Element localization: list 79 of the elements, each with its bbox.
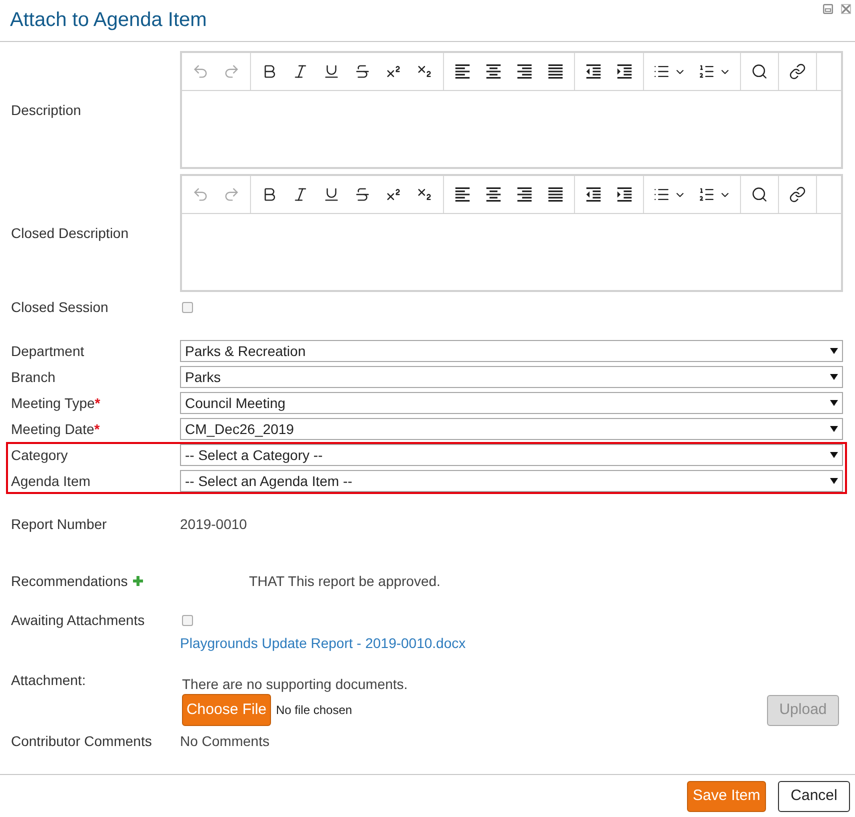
bulleted-list-icon <box>653 186 670 203</box>
select-field[interactable]: -- Select a Category -- <box>180 444 843 466</box>
select-field[interactable]: -- Select an Agenda Item -- <box>180 470 843 492</box>
field-label: Meeting Type* <box>11 394 102 413</box>
underline-icon <box>323 186 340 203</box>
align-center-icon <box>484 62 503 81</box>
field-label: Branch <box>11 368 56 387</box>
select-field[interactable]: Parks <box>180 366 843 388</box>
field-label: Contributor Comments <box>11 732 153 751</box>
align-left-icon <box>453 62 472 81</box>
restore-window-icon[interactable] <box>823 4 833 14</box>
superscript-icon <box>385 186 402 203</box>
select-value: CM_Dec26_2019 <box>185 420 294 438</box>
report-number-value: 2019-0010 <box>180 515 247 534</box>
align-center-icon <box>484 185 503 204</box>
field-label: Meeting Date* <box>11 420 101 439</box>
field-label: Awaiting Attachments <box>11 611 146 630</box>
search-icon <box>751 186 768 203</box>
field-label: Report Number <box>11 515 108 534</box>
dropdown-arrow-icon <box>830 426 838 432</box>
dropdown-arrow-icon <box>830 374 838 380</box>
dropdown-arrow-icon <box>830 452 838 458</box>
field-label: Attachment: <box>11 671 87 690</box>
align-right-icon <box>515 185 534 204</box>
select-value: Parks & Recreation <box>185 342 306 360</box>
indent-icon <box>615 62 634 81</box>
outdent-icon <box>584 62 603 81</box>
align-justify-icon <box>546 185 565 204</box>
dropdown-arrow-icon <box>830 478 838 484</box>
field-label: Closed Description <box>11 224 130 243</box>
superscript-icon <box>385 63 402 80</box>
recommendation-text: THAT This report be approved. <box>249 572 440 591</box>
dropdown-arrow-icon <box>830 400 838 406</box>
close-icon[interactable] <box>841 4 851 14</box>
select-field[interactable]: Parks & Recreation <box>180 340 843 362</box>
window-title: Attach to Agenda Item <box>10 8 207 32</box>
field-label: Category <box>11 446 69 465</box>
field-label: Recommendations <box>11 572 128 591</box>
outdent-icon <box>584 185 603 204</box>
attachment-link[interactable]: Playgrounds Update Report - 2019-0010.docx <box>180 633 466 653</box>
align-right-icon <box>515 62 534 81</box>
strikethrough-icon <box>354 63 371 80</box>
italic-icon <box>292 63 309 80</box>
align-justify-icon <box>546 62 565 81</box>
align-left-icon <box>453 185 472 204</box>
select-field[interactable]: Council Meeting <box>180 392 843 414</box>
checkbox[interactable] <box>182 302 193 312</box>
indent-icon <box>615 185 634 204</box>
undo-icon <box>192 186 209 203</box>
numbered-list-icon <box>698 63 715 80</box>
cancel-button[interactable]: Cancel <box>778 781 850 812</box>
select-field[interactable]: CM_Dec26_2019 <box>180 418 843 440</box>
field-label: Department <box>11 342 86 361</box>
field-label: Description <box>11 101 82 120</box>
redo-icon <box>223 63 240 80</box>
link-icon <box>789 63 806 80</box>
bulleted-list-icon <box>653 63 670 80</box>
file-status-text: No file chosen <box>276 702 352 719</box>
select-value: -- Select an Agenda Item -- <box>185 472 352 490</box>
subscript-icon <box>416 63 433 80</box>
undo-icon <box>192 63 209 80</box>
search-icon <box>751 63 768 80</box>
subscript-icon <box>416 186 433 203</box>
italic-icon <box>292 186 309 203</box>
field-label: Agenda Item <box>11 472 92 491</box>
no-documents-message: There are no supporting documents. <box>182 675 408 694</box>
dropdown-arrow-icon <box>830 348 838 354</box>
numbered-list-icon <box>698 186 715 203</box>
comments-value: No Comments <box>180 732 270 751</box>
link-icon <box>789 186 806 203</box>
underline-icon <box>323 63 340 80</box>
strikethrough-icon <box>354 186 371 203</box>
select-value: Parks <box>185 368 221 386</box>
redo-icon <box>223 186 240 203</box>
checkbox[interactable] <box>182 614 193 626</box>
field-label: Closed Session <box>11 298 110 317</box>
select-value: -- Select a Category -- <box>185 446 323 464</box>
plus-icon[interactable] <box>132 576 143 586</box>
select-value: Council Meeting <box>185 394 286 412</box>
